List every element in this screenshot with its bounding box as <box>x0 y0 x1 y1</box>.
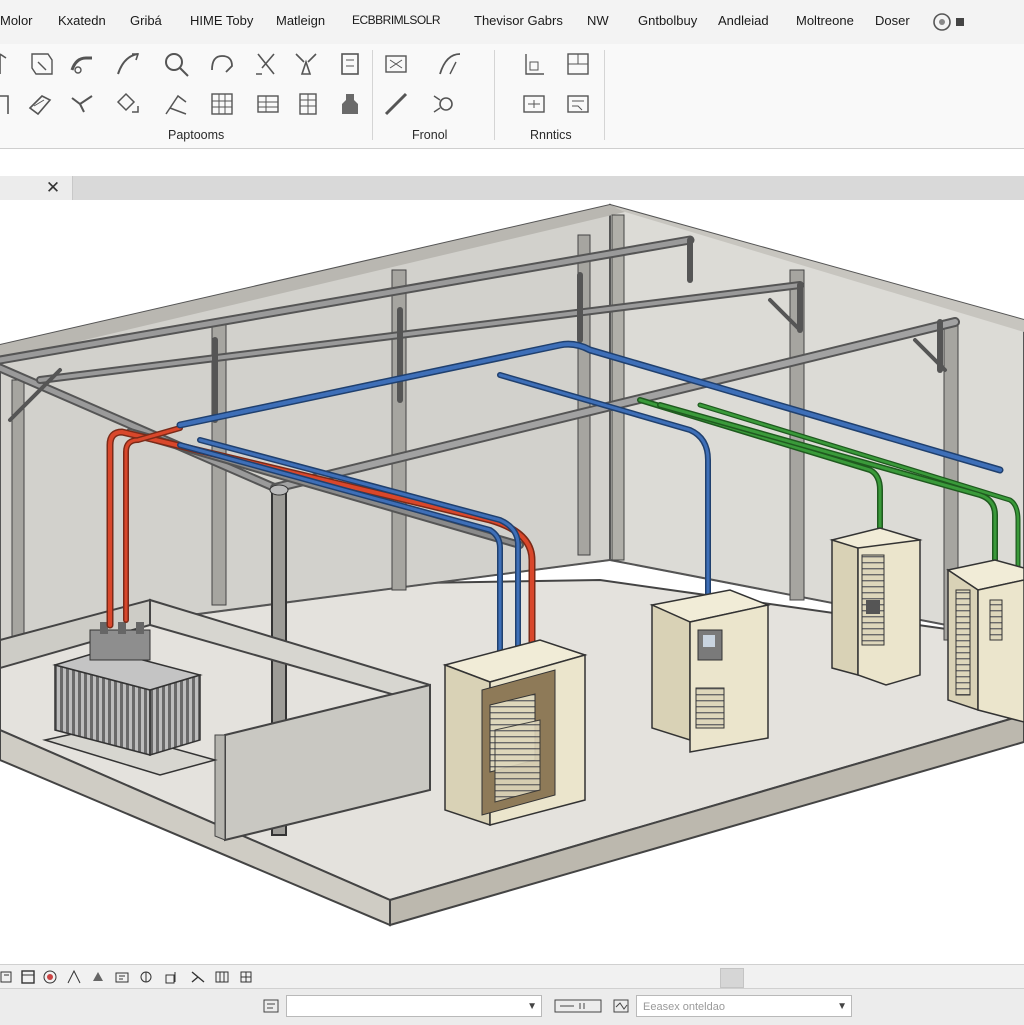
editable-only-icon[interactable] <box>554 997 602 1015</box>
lock-view-icon[interactable] <box>164 969 180 985</box>
line-icon[interactable] <box>382 90 410 118</box>
electrical-cabinet-2[interactable] <box>649 589 771 753</box>
menu-item-nw[interactable]: NW <box>587 13 609 28</box>
reveal-hidden-icon[interactable] <box>214 969 230 985</box>
design-option-placeholder: Eeasex onteldao <box>643 1001 725 1013</box>
wall-icon[interactable] <box>0 50 22 78</box>
column-icon[interactable] <box>0 90 22 118</box>
temporary-properties-icon[interactable] <box>238 969 254 985</box>
elbow-icon[interactable] <box>114 90 142 118</box>
group-separator <box>604 50 605 140</box>
sun-path-icon[interactable] <box>66 969 82 985</box>
group-separator <box>494 50 495 140</box>
isometric-model <box>0 203 1024 927</box>
schedule-icon[interactable] <box>254 90 282 118</box>
menu-item-thevisor-gabrs[interactable]: Thevisor Gabrs <box>474 13 563 28</box>
electrical-cabinet-4[interactable] <box>946 559 1024 723</box>
conduit-icon[interactable] <box>162 50 190 78</box>
menu-item-hime-toby[interactable]: HIME Toby <box>190 13 253 28</box>
help-icon[interactable] <box>930 10 970 34</box>
scale-icon[interactable] <box>0 969 16 985</box>
menu-item-griba[interactable]: Gribá <box>130 13 162 28</box>
hide-isolate-icon[interactable] <box>190 969 206 985</box>
chevron-down-icon: ▼ <box>527 1001 537 1012</box>
beam-icon[interactable] <box>28 50 56 78</box>
design-option-dropdown[interactable]: Eeasex onteldao ▼ <box>636 995 852 1017</box>
frame-icon[interactable] <box>382 50 410 78</box>
workset-icon[interactable] <box>262 997 280 1015</box>
horizontal-scrollbar-thumb[interactable] <box>720 968 744 988</box>
crop-region-icon[interactable] <box>138 969 154 985</box>
status-bar: ▼ Eeasex onteldao ▼ <box>0 988 1024 1025</box>
menu-item-doser[interactable]: Doser <box>875 13 910 28</box>
visual-style-icon[interactable] <box>42 969 58 985</box>
ribbon-group-label-fronol: Fronol <box>412 128 448 142</box>
valve-icon[interactable] <box>252 50 280 78</box>
electrical-cabinet-3[interactable] <box>829 527 923 686</box>
ribbon: Paptooms Fronol Rnntics <box>0 44 1024 149</box>
wrench-icon[interactable] <box>68 90 96 118</box>
ribbon-group-label-paptooms: Paptooms <box>168 128 225 142</box>
section-icon[interactable] <box>520 90 548 118</box>
chevron-down-icon: ▼ <box>837 1001 847 1012</box>
menu-item-gntbolbuy[interactable]: Gntbolbuy <box>638 13 697 28</box>
crop-icon[interactable] <box>114 969 130 985</box>
menu-item-andleiad[interactable]: Andleiad <box>718 13 769 28</box>
panel-icon[interactable] <box>336 50 364 78</box>
sheet-icon[interactable] <box>564 50 592 78</box>
document-tab-strip: ✕ <box>0 176 1024 200</box>
table-icon[interactable] <box>294 90 322 118</box>
menu-item-kxatedn[interactable]: Kxatedn <box>58 13 106 28</box>
duct-icon[interactable] <box>26 90 54 118</box>
menu-item-ecbbrimlsolr[interactable]: ECBBRIMLSOLR <box>352 13 441 27</box>
model-viewport[interactable] <box>0 200 1024 964</box>
close-icon[interactable]: ✕ <box>44 179 62 197</box>
menu-item-moltreone[interactable]: Moltreone <box>796 13 854 28</box>
sketch-line-icon[interactable] <box>162 90 190 118</box>
legend-icon[interactable] <box>564 90 592 118</box>
tag-icon[interactable] <box>336 90 364 118</box>
fitting-icon[interactable] <box>208 50 236 78</box>
menu-bar: Molor Kxatedn Gribá HIME Toby Matleign E… <box>0 0 1024 45</box>
connector-icon[interactable] <box>292 50 320 78</box>
cable-tray-icon[interactable] <box>114 50 142 78</box>
electrical-cabinet-main[interactable] <box>442 639 588 827</box>
view-control-bar <box>0 964 1024 989</box>
workset-dropdown[interactable]: ▼ <box>286 995 542 1017</box>
document-tab[interactable]: ✕ <box>0 176 73 200</box>
detail-level-icon[interactable] <box>20 969 36 985</box>
filter-icon[interactable] <box>612 997 630 1015</box>
menu-item-matleign[interactable]: Matleign <box>276 13 325 28</box>
shadows-icon[interactable] <box>90 969 106 985</box>
ribbon-group-label-rnntics: Rnntics <box>530 128 572 142</box>
settings-gear-icon[interactable] <box>430 90 458 118</box>
pipe-bend-icon[interactable] <box>68 50 96 78</box>
arc-icon[interactable] <box>436 50 464 78</box>
elevation-icon[interactable] <box>520 50 548 78</box>
grid-icon[interactable] <box>208 90 236 118</box>
group-separator <box>372 50 373 140</box>
menu-item-molor[interactable]: Molor <box>0 13 33 28</box>
